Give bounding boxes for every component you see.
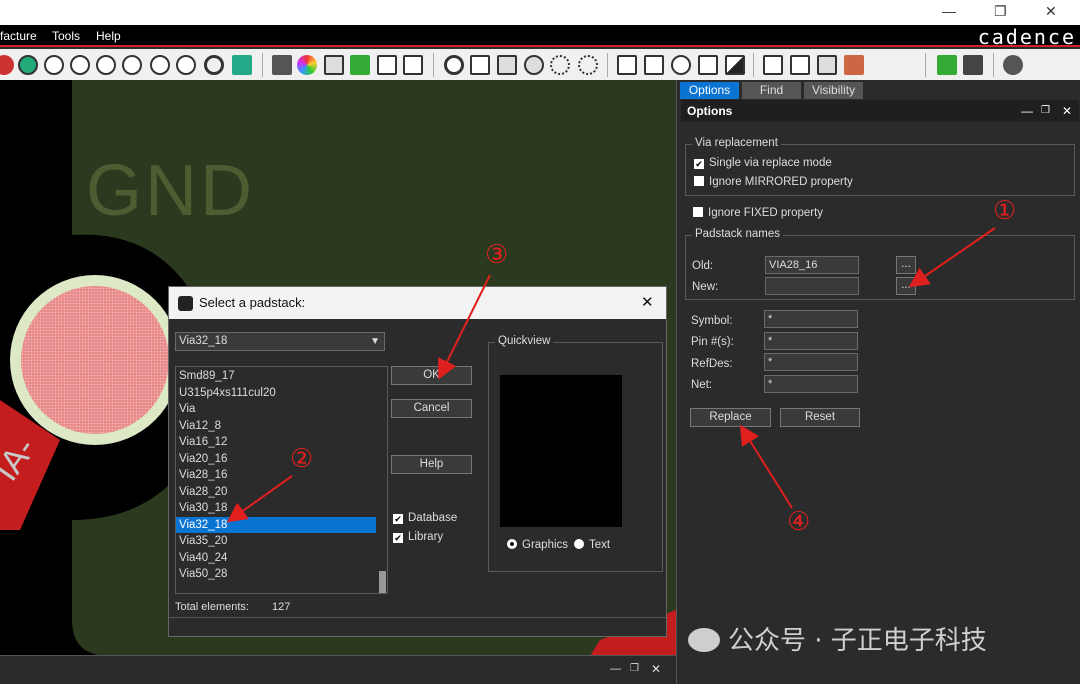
annotation-marker: ② <box>290 444 314 474</box>
annotation-marker: ④ <box>787 507 811 537</box>
wechat-icon <box>688 628 720 652</box>
arrow-4 <box>739 424 793 509</box>
annotation-marker: ① <box>993 196 1017 226</box>
arrow-2 <box>226 475 293 523</box>
arrow-3 <box>438 274 491 380</box>
arrow-1 <box>908 227 996 288</box>
annotation-arrows <box>226 227 996 523</box>
watermark: 公众号 · 子正电子科技 <box>688 624 987 658</box>
annotation-marker: ③ <box>485 240 509 270</box>
